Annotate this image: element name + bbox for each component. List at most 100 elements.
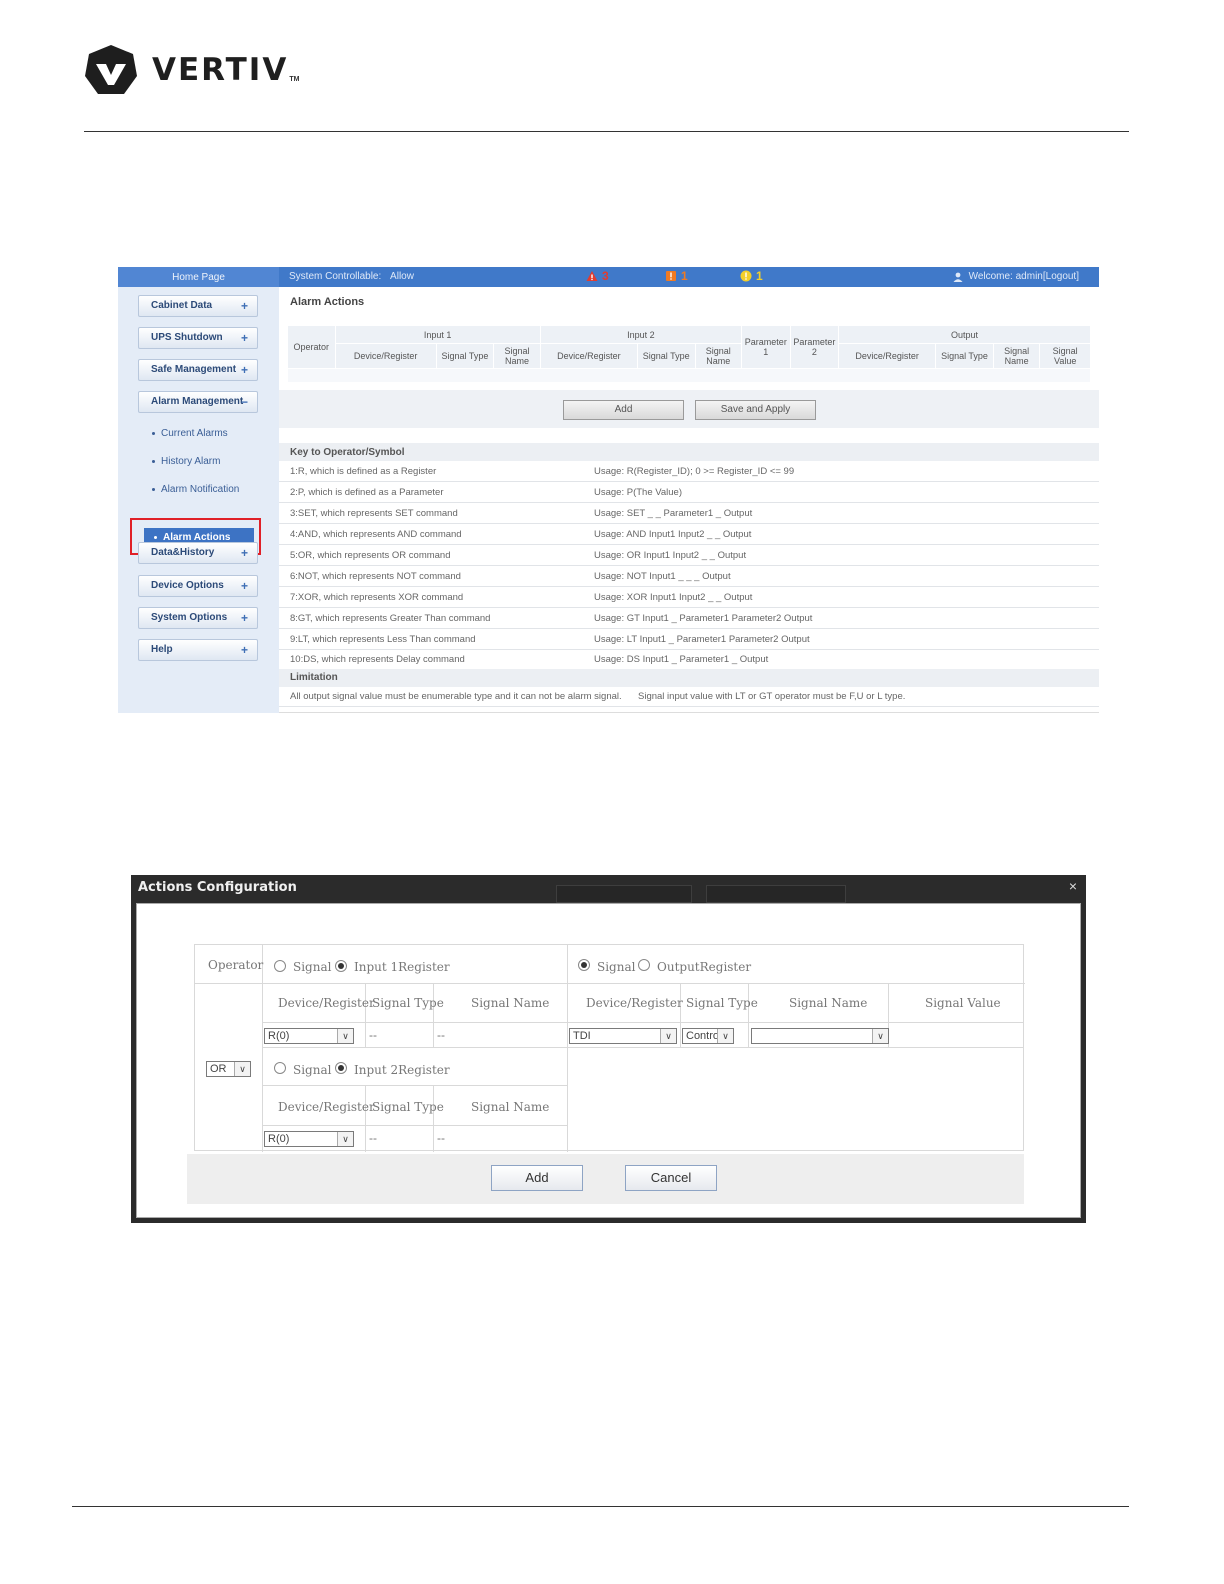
save-apply-button[interactable]: Save and Apply [695,400,816,420]
plus-icon: + [240,299,248,313]
input1-type-value: -- [369,1028,377,1042]
nav-alarm-management[interactable]: Alarm Management − [138,391,258,413]
nav-device-options[interactable]: Device Options + [138,575,258,597]
background-button [706,885,846,903]
input1-name-header: Signal Name [471,996,550,1010]
header-signal-type: Signal Type [636,343,696,369]
nav-system-options[interactable]: System Options + [138,607,258,629]
plus-icon: + [240,546,248,560]
brand-name: VERTIV [152,52,289,88]
output-signal-radio[interactable] [578,959,590,971]
critical-alarm-count[interactable]: 3 [586,269,609,283]
chevron-down-icon: ∨ [872,1029,888,1043]
header-signal-name: Signal Name [493,343,541,369]
chevron-down-icon: ∨ [337,1132,353,1146]
header-device-register: Device/Register [334,343,437,369]
nav-data-history[interactable]: Data&History + [138,542,258,564]
cancel-button[interactable]: Cancel [625,1165,717,1191]
input1-register-radio[interactable] [335,960,347,972]
key-row: 8:GT, which represents Greater Than comm… [279,608,1099,629]
trademark: TM [289,75,300,83]
observation-alarm-count[interactable]: 1 [740,269,763,283]
output-name-select[interactable]: ∨ [751,1028,889,1044]
system-controllable-value: Allow [390,271,414,282]
footer-rule [72,1506,1129,1507]
dialog-body: Operator Signal Input 1Register Signal O… [136,903,1081,1218]
key-section-title: Key to Operator/Symbol [279,443,1099,461]
key-row: 2:P, which is defined as a Parameter Usag… [279,482,1099,503]
chevron-down-icon: ∨ [660,1029,676,1043]
close-icon[interactable]: × [1069,878,1077,894]
vertiv-logo: VERTIV TM [84,44,299,96]
output-type-header: Signal Type [686,996,758,1010]
header-signal-type: Signal Type [435,343,495,369]
input2-register-radio[interactable] [335,1062,347,1074]
config-grid: Operator Signal Input 1Register Signal O… [194,944,1025,1152]
chevron-down-icon: ∨ [337,1029,353,1043]
home-page-tab[interactable]: Home Page [118,267,279,287]
header-signal-name: Signal Name [992,343,1041,369]
plus-icon: + [240,331,248,345]
alarm-actions-table: Operator Input 1 Input 2 Parameter 1 Par… [287,325,1091,383]
nav-history-alarm[interactable]: History Alarm [152,456,220,467]
actions-configuration-dialog: Actions Configuration × Operator Signal [131,875,1086,1223]
header-operator: Operator [287,325,336,369]
header-parameter1: Parameter 1 [741,325,791,369]
input2-name-header: Signal Name [471,1100,550,1114]
nav-help[interactable]: Help + [138,639,258,661]
input1-register-label: Input 1Register [354,960,450,974]
add-button[interactable]: Add [563,400,684,420]
key-row: 3:SET, which represents SET command Usage… [279,503,1099,524]
welcome-user[interactable]: Welcome: admin[Logout] [953,271,1079,282]
header-device-register: Device/Register [539,343,638,369]
input1-signal-radio[interactable] [274,960,286,972]
nav-ups-shutdown[interactable]: UPS Shutdown + [138,327,258,349]
output-name-header: Signal Name [789,996,868,1010]
input2-register-label: Input 2Register [354,1063,450,1077]
nav-alarm-notification[interactable]: Alarm Notification [152,484,239,495]
input1-name-value: -- [437,1028,445,1042]
input2-type-value: -- [369,1131,377,1145]
input1-device-select[interactable]: R(0) ∨ [264,1028,354,1044]
limitation-title: Limitation [279,669,1099,687]
output-register-radio[interactable] [638,959,650,971]
top-bar: Home Page System Controllable: Allow 3 1… [118,267,1099,287]
input2-signal-radio[interactable] [274,1062,286,1074]
input2-device-select[interactable]: R(0) ∨ [264,1131,354,1147]
header-signal-type: Signal Type [935,343,994,369]
nav-current-alarms[interactable]: Current Alarms [152,428,228,439]
key-row: 9:LT, which represents Less Than command… [279,629,1099,650]
output-register-label: OutputRegister [657,960,752,974]
output-value-header: Signal Value [925,996,1001,1010]
minus-icon: − [240,395,248,409]
input1-device-header: Device/Register [278,996,375,1010]
input2-type-header: Signal Type [372,1100,444,1114]
input2-name-value: -- [437,1131,445,1145]
key-row: 1:R, which is defined as a Register Usage… [279,461,1099,482]
nav-safe-management[interactable]: Safe Management + [138,359,258,381]
operator-select[interactable]: OR ∨ [206,1061,251,1077]
chevron-down-icon: ∨ [234,1062,250,1076]
header-signal-name: Signal Name [694,343,743,369]
vertiv-mark-icon [85,45,137,94]
output-type-select[interactable]: Control ∨ [682,1028,734,1044]
output-device-select[interactable]: TDI ∨ [569,1028,677,1044]
input2-signal-label: Signal [293,1063,332,1077]
header-device-register: Device/Register [838,343,937,369]
output-device-header: Device/Register [586,996,683,1010]
input1-type-header: Signal Type [372,996,444,1010]
plus-icon: + [240,643,248,657]
header-input1: Input 1 [334,325,541,344]
header-signal-value: Signal Value [1039,343,1091,369]
warning-triangle-icon [586,271,598,281]
exclamation-circle-icon [740,270,752,282]
output-signal-label: Signal [597,960,636,974]
main-panel: Alarm Actions Operator Input 1 Input 2 P… [279,287,1099,713]
add-button[interactable]: Add [491,1165,583,1191]
action-button-band: Add Save and Apply [279,390,1099,428]
major-alarm-count[interactable]: 1 [665,269,688,283]
key-row: 7:XOR, which represents XOR command Usage… [279,587,1099,608]
nav-cabinet-data[interactable]: Cabinet Data + [138,295,258,317]
key-row: 4:AND, which represents AND command Usage… [279,524,1099,545]
header-rule [84,131,1129,132]
